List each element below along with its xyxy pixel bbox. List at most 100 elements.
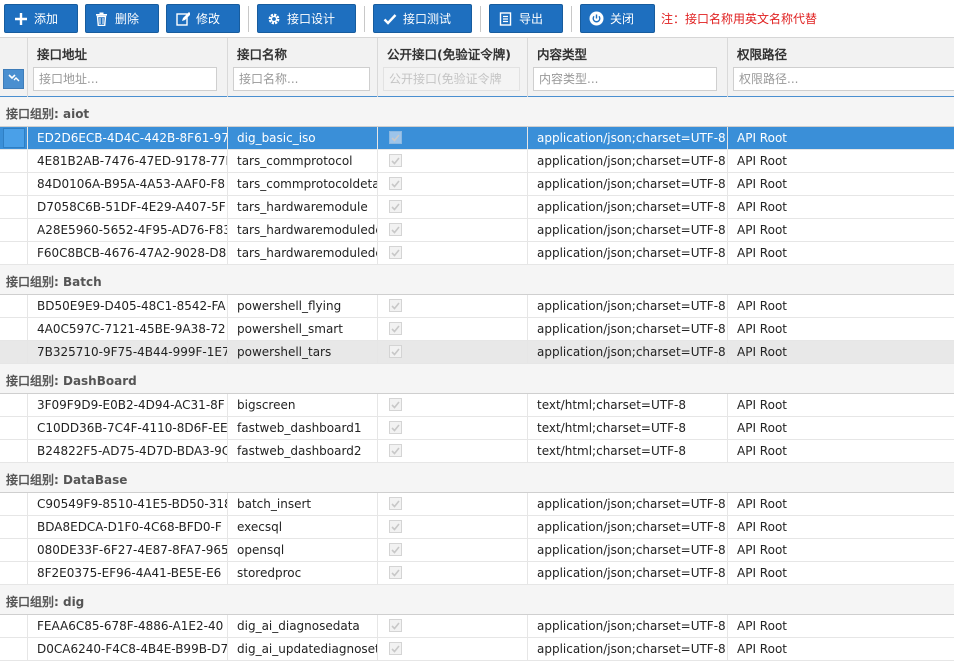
table-row[interactable]: 8F2E0375-EF96-4A41-BE5E-E6 storedproc appl…: [0, 562, 954, 585]
row-indicator[interactable]: [0, 562, 27, 584]
row-indicator[interactable]: [0, 516, 27, 538]
public-api-checkbox: [389, 619, 402, 632]
toolbar-divider: [364, 6, 365, 32]
column-public-api[interactable]: 公开接口(免验证令牌): [377, 38, 527, 97]
group-header[interactable]: 接口组别: dig: [0, 585, 954, 615]
content-type-cell: application/json;charset=UTF-8: [527, 150, 727, 172]
row-indicator[interactable]: [0, 318, 27, 340]
group-label: 接口组别: dig: [6, 595, 85, 609]
table-row[interactable]: BD50E9E9-D405-48C1-8542-FA powershell_fly…: [0, 295, 954, 318]
row-indicator[interactable]: [0, 417, 27, 439]
filter-toggle-button[interactable]: [3, 69, 24, 89]
table-row[interactable]: FEAA6C85-678F-4886-A1E2-40 dig_ai_diagnos…: [0, 615, 954, 638]
api-address-cell: 3F09F9D9-E0B2-4D94-AC31-8F: [27, 394, 227, 416]
gear-icon: [266, 11, 281, 26]
table-row[interactable]: BDA8EDCA-D1F0-4C68-BFD0-F execsql applicat…: [0, 516, 954, 539]
row-indicator[interactable]: [0, 173, 27, 195]
content-type-cell: application/json;charset=UTF-8: [527, 516, 727, 538]
table-row[interactable]: 84D0106A-B95A-4A53-AAF0-F8 tars_commproto…: [0, 173, 954, 196]
group-header[interactable]: 接口组别: aiot: [0, 97, 954, 127]
public-api-cell: [377, 219, 527, 241]
content-type-cell: application/json;charset=UTF-8: [527, 638, 727, 660]
api-address-cell: BDA8EDCA-D1F0-4C68-BFD0-F: [27, 516, 227, 538]
column-api-address[interactable]: 接口地址: [27, 38, 227, 97]
api-design-button[interactable]: 接口设计: [257, 4, 356, 33]
public-api-cell: [377, 127, 527, 149]
row-indicator[interactable]: [0, 219, 27, 241]
api-name-cell: dig_ai_updatediagnoset: [227, 638, 377, 660]
permission-path-cell: API Root: [727, 638, 954, 660]
check-icon: [382, 11, 397, 26]
group-header[interactable]: 接口组别: Batch: [0, 265, 954, 295]
public-api-cell: [377, 417, 527, 439]
public-api-cell: [377, 196, 527, 218]
api-name-cell: powershell_smart: [227, 318, 377, 340]
row-indicator[interactable]: [0, 341, 27, 363]
row-indicator[interactable]: [0, 150, 27, 172]
content-type-cell: application/json;charset=UTF-8: [527, 318, 727, 340]
row-indicator[interactable]: [0, 196, 27, 218]
table-row[interactable]: 7B325710-9F75-4B44-999F-1E7 powershell_ta…: [0, 341, 954, 364]
public-api-checkbox: [389, 345, 402, 358]
table-row[interactable]: C10DD36B-7C4F-4110-8D6F-EE fastweb_dashbo…: [0, 417, 954, 440]
group-header[interactable]: 接口组别: DashBoard: [0, 364, 954, 394]
export-button[interactable]: 导出: [489, 4, 563, 33]
public-api-checkbox: [389, 131, 402, 144]
table-row[interactable]: 3F09F9D9-E0B2-4D94-AC31-8F bigscreen text/…: [0, 394, 954, 417]
api-address-cell: 8F2E0375-EF96-4A41-BE5E-E6: [27, 562, 227, 584]
table-row[interactable]: C90549F9-8510-41E5-BD50-318 batch_insert a…: [0, 493, 954, 516]
api-address-cell: 080DE33F-6F27-4E87-8FA7-965: [27, 539, 227, 561]
column-content-type[interactable]: 内容类型: [527, 38, 727, 97]
filter-api-address-input[interactable]: [33, 67, 217, 91]
content-type-cell: application/json;charset=UTF-8: [527, 615, 727, 637]
group-header[interactable]: 接口组别: DataBase: [0, 463, 954, 493]
table-row[interactable]: F60C8BCB-4676-47A2-9028-D8 tars_hardwarem…: [0, 242, 954, 265]
delete-button[interactable]: 删除: [85, 4, 159, 33]
api-test-button[interactable]: 接口测试: [373, 4, 472, 33]
column-permission-path[interactable]: 权限路径: [727, 38, 954, 97]
row-indicator[interactable]: [0, 242, 27, 264]
table-row[interactable]: D7058C6B-51DF-4E29-A407-5F tars_hardwarem…: [0, 196, 954, 219]
filter-public-api-input: [383, 67, 520, 91]
table-row[interactable]: 4A0C597C-7121-45BE-9A38-72 powershell_sma…: [0, 318, 954, 341]
column-api-name[interactable]: 接口名称: [227, 38, 377, 97]
api-address-cell: B24822F5-AD75-4D7D-BDA3-9C: [27, 440, 227, 462]
permission-path-cell: API Root: [727, 196, 954, 218]
row-indicator[interactable]: [0, 394, 27, 416]
row-indicator[interactable]: [0, 440, 27, 462]
public-api-checkbox: [389, 299, 402, 312]
filter-permission-path-input[interactable]: [733, 67, 954, 91]
toolbar-divider: [571, 6, 572, 32]
api-name-cell: opensql: [227, 539, 377, 561]
row-indicator[interactable]: [0, 295, 27, 317]
table-row[interactable]: ED2D6ECB-4D4C-442B-8F61-97 dig_basic_iso a…: [0, 127, 954, 150]
content-type-cell: application/json;charset=UTF-8: [527, 341, 727, 363]
api-address-cell: BD50E9E9-D405-48C1-8542-FA: [27, 295, 227, 317]
table-row[interactable]: 080DE33F-6F27-4E87-8FA7-965 opensql applic…: [0, 539, 954, 562]
close-button[interactable]: 关闭: [580, 4, 655, 33]
row-indicator[interactable]: [0, 493, 27, 515]
public-api-cell: [377, 394, 527, 416]
row-indicator[interactable]: [0, 127, 27, 149]
row-indicator[interactable]: [0, 638, 27, 660]
public-api-cell: [377, 242, 527, 264]
row-indicator[interactable]: [0, 539, 27, 561]
table-row[interactable]: A28E5960-5652-4F95-AD76-F83 tars_hardware…: [0, 219, 954, 242]
public-api-checkbox: [389, 322, 402, 335]
public-api-checkbox: [389, 398, 402, 411]
public-api-checkbox: [389, 223, 402, 236]
table-row[interactable]: B24822F5-AD75-4D7D-BDA3-9C fastweb_dashbo…: [0, 440, 954, 463]
api-address-cell: A28E5960-5652-4F95-AD76-F83: [27, 219, 227, 241]
api-name-cell: dig_ai_diagnosedata: [227, 615, 377, 637]
add-button[interactable]: 添加: [4, 4, 78, 33]
filter-content-type-input[interactable]: [533, 67, 717, 91]
group-label: 接口组别: DashBoard: [6, 374, 137, 388]
permission-path-cell: API Root: [727, 562, 954, 584]
content-type-cell: text/html;charset=UTF-8: [527, 417, 727, 439]
edit-button[interactable]: 修改: [166, 4, 240, 33]
filter-api-name-input[interactable]: [233, 67, 370, 91]
table-row[interactable]: D0CA6240-F4C8-4B4E-B99B-D7 dig_ai_updated…: [0, 638, 954, 661]
public-api-cell: [377, 341, 527, 363]
table-row[interactable]: 4E81B2AB-7476-47ED-9178-77F tars_commprot…: [0, 150, 954, 173]
row-indicator[interactable]: [0, 615, 27, 637]
